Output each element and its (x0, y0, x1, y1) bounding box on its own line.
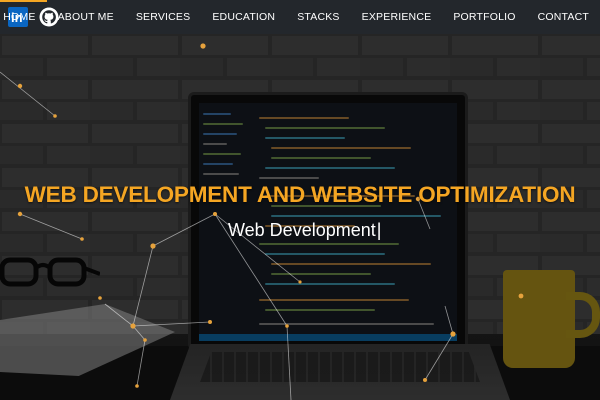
typed-cursor: | (376, 220, 382, 240)
main-nav: HOME ABOUT ME SERVICES EDUCATION STACKS … (0, 0, 600, 34)
particle-network (0, 43, 524, 400)
nav-about-me[interactable]: ABOUT ME (47, 0, 125, 34)
nav-services[interactable]: SERVICES (125, 0, 202, 34)
hero-section: WEB DEVELOPMENT AND WEBSITE OPTIMIZATION… (0, 34, 600, 400)
typed-text-container: Web Development| (228, 220, 381, 244)
hero-title: WEB DEVELOPMENT AND WEBSITE OPTIMIZATION (24, 182, 576, 207)
nav-contact[interactable]: CONTACT (527, 0, 600, 34)
nav-home[interactable]: HOME (0, 0, 47, 34)
nav-stacks[interactable]: STACKS (286, 0, 350, 34)
nav-experience[interactable]: EXPERIENCE (351, 0, 443, 34)
nav-portfolio[interactable]: PORTFOLIO (442, 0, 526, 34)
nav-education[interactable]: EDUCATION (201, 0, 286, 34)
typed-text: Web Development (228, 220, 376, 240)
navbar: in HOME ABOUT ME SERVICES EDUCATION STAC… (0, 0, 600, 34)
